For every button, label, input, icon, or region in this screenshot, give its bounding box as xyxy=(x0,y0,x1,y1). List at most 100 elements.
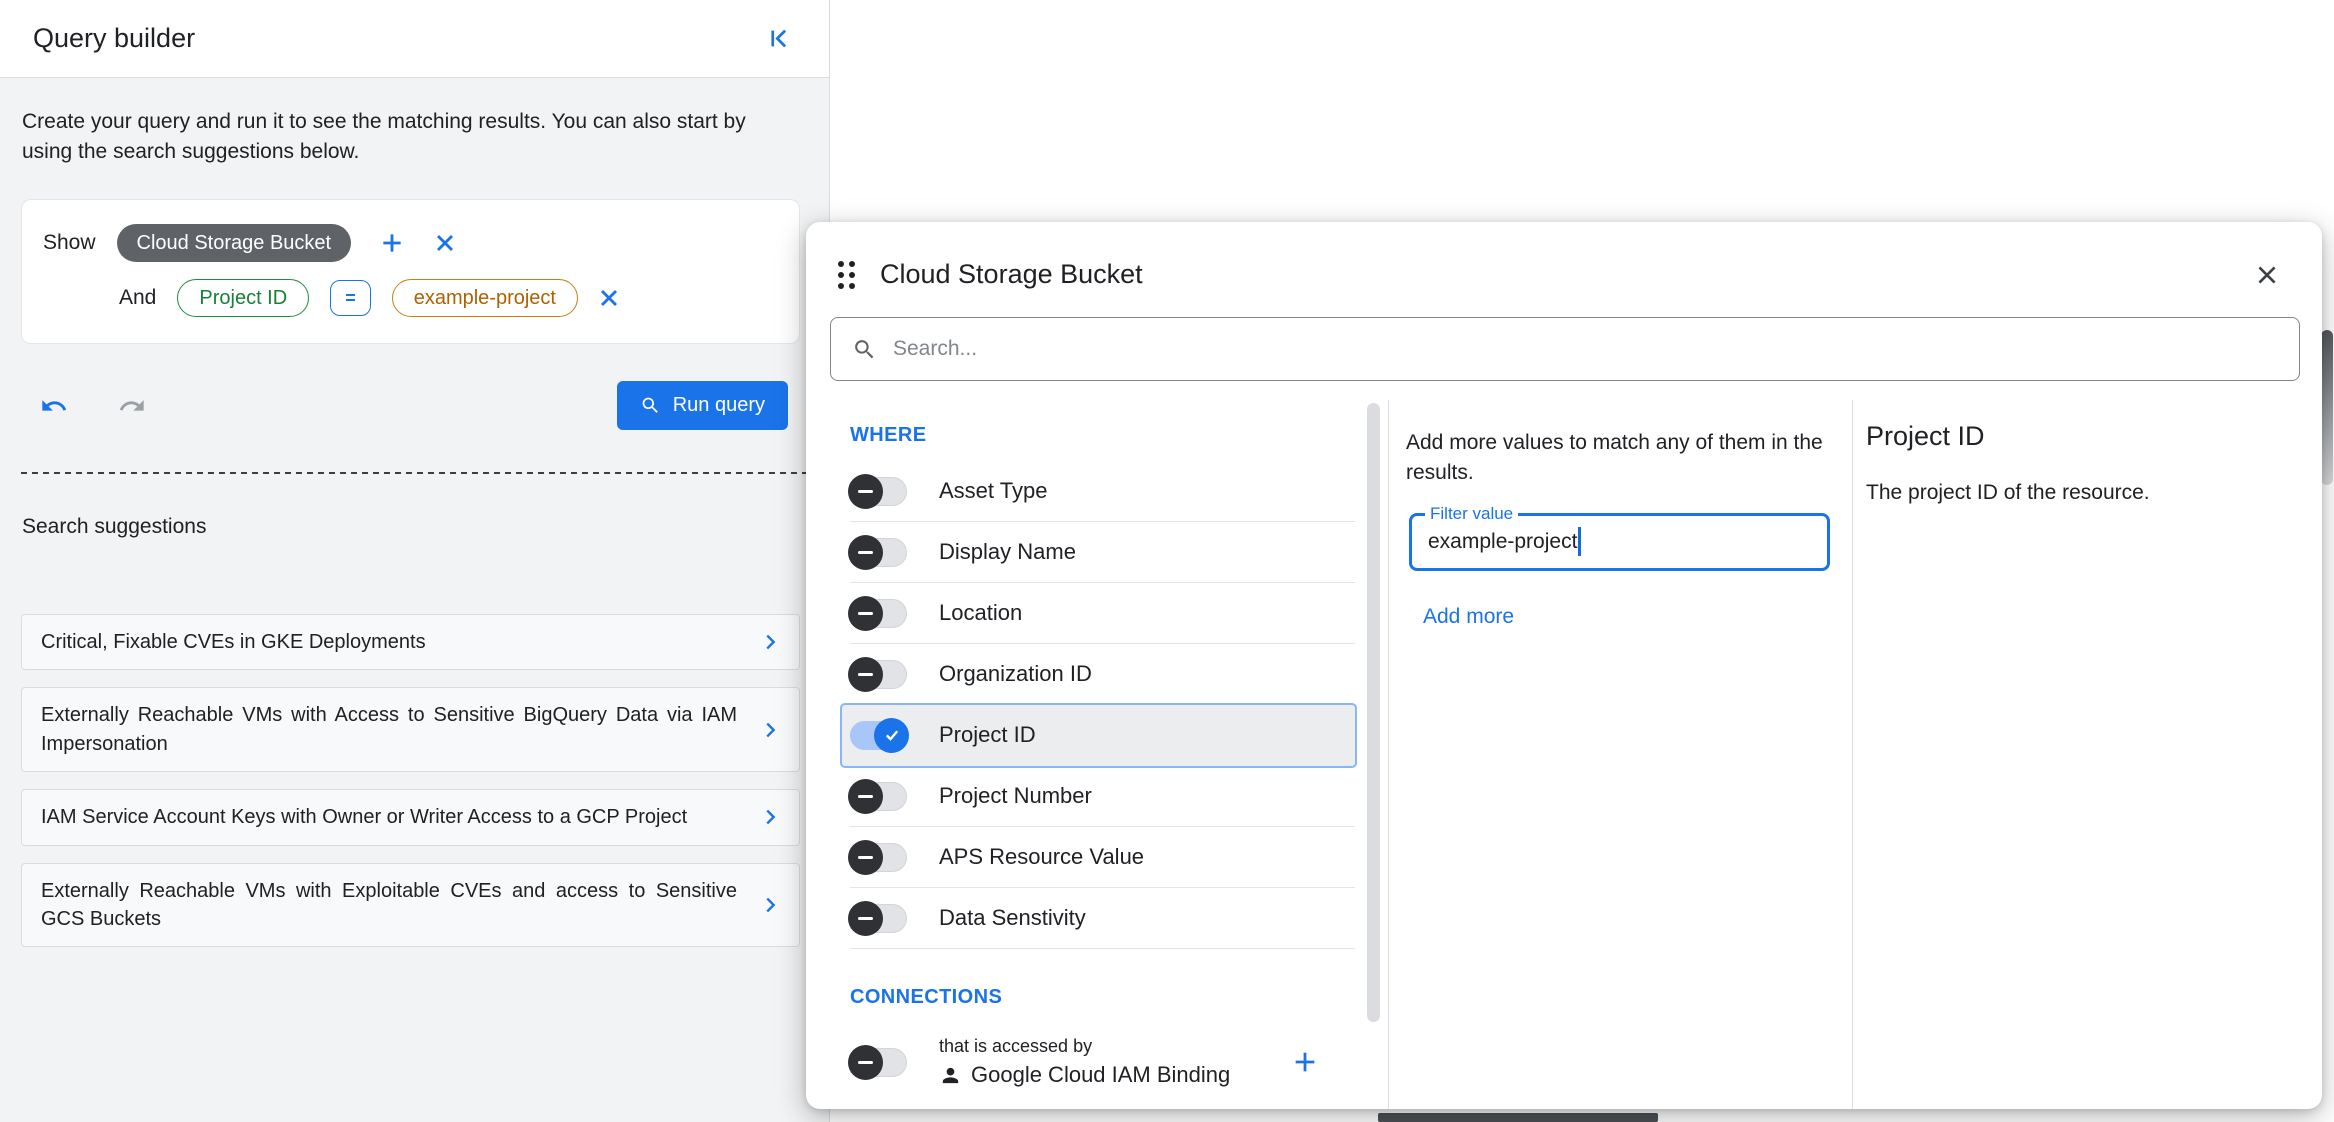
dialog-title: Cloud Storage Bucket xyxy=(880,259,2254,290)
plus-icon xyxy=(379,230,405,256)
toggle-thumb xyxy=(848,596,883,631)
filter-row[interactable]: Project ID xyxy=(842,705,1355,766)
remove-resource-button[interactable] xyxy=(433,231,457,255)
page-title: Query builder xyxy=(33,23,195,54)
page-horizontal-scrollbar[interactable] xyxy=(1378,1113,1658,1122)
query-builder-description: Create your query and run it to see the … xyxy=(22,107,794,167)
show-label: Show xyxy=(43,231,96,255)
connections-section-label: CONNECTIONS xyxy=(850,986,1388,1009)
add-connection-button[interactable] xyxy=(1291,1048,1319,1076)
filter-row[interactable]: Location xyxy=(850,583,1355,644)
filter-row[interactable]: Asset Type xyxy=(850,461,1355,522)
resource-chip[interactable]: Cloud Storage Bucket xyxy=(117,224,352,262)
filter-value-field[interactable]: Filter value example-project xyxy=(1409,513,1830,571)
filter-value-text: example-project xyxy=(1428,530,1577,554)
query-chip-card: Show Cloud Storage Bucket And Project xyxy=(21,199,800,344)
undo-icon xyxy=(40,392,68,420)
toggle-thumb xyxy=(848,779,883,814)
connection-name: Google Cloud IAM Binding xyxy=(971,1062,1230,1088)
dashed-divider xyxy=(21,472,808,474)
close-icon xyxy=(2254,262,2280,288)
filter-value-label: Filter value xyxy=(1425,504,1518,524)
connection-prefix: that is accessed by xyxy=(939,1036,1259,1057)
filter-row[interactable]: APS Resource Value xyxy=(850,827,1355,888)
condition-operator-chip[interactable]: = xyxy=(330,280,371,316)
filter-toggle[interactable] xyxy=(850,660,907,689)
show-row: Show Cloud Storage Bucket xyxy=(43,224,779,262)
search-suggestion-item[interactable]: Externally Reachable VMs with Access to … xyxy=(21,687,800,772)
redo-button[interactable] xyxy=(118,392,146,420)
chevron-right-icon xyxy=(759,631,781,653)
connection-toggle[interactable] xyxy=(850,1048,907,1077)
info-column: Project ID The project ID of the resourc… xyxy=(1852,400,2322,1109)
add-more-button[interactable]: Add more xyxy=(1423,605,1514,629)
where-section-label: WHERE xyxy=(850,424,1388,447)
filter-row[interactable]: Project Number xyxy=(850,766,1355,827)
toggle-thumb xyxy=(848,657,883,692)
filter-toggle[interactable] xyxy=(850,782,907,811)
dialog-body: WHERE Asset Type xyxy=(806,400,2322,1109)
drag-handle-icon[interactable] xyxy=(838,261,855,289)
filter-toggle[interactable] xyxy=(850,538,907,567)
add-resource-button[interactable] xyxy=(379,230,405,256)
filter-label: Display Name xyxy=(939,539,1076,565)
condition-row: And Project ID = example-project xyxy=(43,279,779,317)
page-vertical-scrollbar[interactable] xyxy=(2321,330,2333,485)
dialog-header: Cloud Storage Bucket xyxy=(806,222,2322,290)
values-instruction: Add more values to match any of them in … xyxy=(1406,428,1826,489)
collapse-panel-icon xyxy=(766,25,793,52)
search-icon xyxy=(852,337,877,362)
dialog-close-button[interactable] xyxy=(2254,262,2280,288)
toggle-thumb xyxy=(874,718,909,753)
filter-toggle[interactable] xyxy=(850,904,907,933)
filter-label: Project Number xyxy=(939,783,1092,809)
query-actions-row: Run query xyxy=(40,381,788,430)
dialog-search-input[interactable] xyxy=(893,337,2278,361)
values-column: Add more values to match any of them in … xyxy=(1389,400,1852,1109)
remove-condition-button[interactable] xyxy=(597,286,621,310)
condition-value-chip[interactable]: example-project xyxy=(392,279,578,317)
run-query-button[interactable]: Run query xyxy=(617,381,788,430)
plus-icon xyxy=(1291,1048,1319,1076)
filter-row[interactable]: Data Senstivity xyxy=(850,888,1355,949)
toggle-thumb xyxy=(848,901,883,936)
search-suggestion-item[interactable]: Externally Reachable VMs with Exploitabl… xyxy=(21,863,800,948)
condition-field-chip[interactable]: Project ID xyxy=(177,279,309,317)
filters-scrollbar[interactable] xyxy=(1367,403,1380,1022)
search-suggestions-list: Critical, Fixable CVEs in GKE Deployment… xyxy=(21,614,800,947)
query-builder-panel: Query builder Create your query and run … xyxy=(0,0,830,1122)
filter-toggle[interactable] xyxy=(850,843,907,872)
filter-label: Organization ID xyxy=(939,661,1092,687)
filters-column: WHERE Asset Type xyxy=(806,400,1389,1109)
dialog-search-box xyxy=(830,317,2300,381)
connection-text: that is accessed by Google Cloud IAM Bin… xyxy=(939,1036,1259,1088)
chevron-right-icon xyxy=(759,806,781,828)
search-suggestions-title: Search suggestions xyxy=(22,515,829,539)
redo-icon xyxy=(118,392,146,420)
filter-label: Asset Type xyxy=(939,478,1047,504)
collapse-panel-button[interactable] xyxy=(766,25,793,52)
connection-row[interactable]: that is accessed by Google Cloud IAM Bin… xyxy=(850,1036,1355,1088)
filter-row[interactable]: Display Name xyxy=(850,522,1355,583)
filter-row[interactable]: Organization ID xyxy=(850,644,1355,705)
filter-label: Data Senstivity xyxy=(939,905,1086,931)
resource-filter-dialog: Cloud Storage Bucket WHERE xyxy=(806,222,2322,1109)
run-query-label: Run query xyxy=(673,394,765,417)
toggle-thumb xyxy=(848,535,883,570)
chevron-right-icon xyxy=(759,894,781,916)
toggle-thumb xyxy=(848,474,883,509)
search-suggestion-item[interactable]: IAM Service Account Keys with Owner or W… xyxy=(21,789,800,845)
filter-toggle[interactable] xyxy=(850,477,907,506)
close-icon xyxy=(597,286,621,310)
filter-list: Asset Type Display Name xyxy=(850,461,1355,949)
info-description: The project ID of the resource. xyxy=(1866,481,2292,505)
suggestion-label: Externally Reachable VMs with Exploitabl… xyxy=(41,877,759,934)
and-label: And xyxy=(119,286,156,310)
undo-button[interactable] xyxy=(40,392,68,420)
filter-toggle[interactable] xyxy=(850,721,907,750)
suggestion-label: Critical, Fixable CVEs in GKE Deployment… xyxy=(41,628,759,656)
filter-label: Project ID xyxy=(939,722,1036,748)
filter-toggle[interactable] xyxy=(850,599,907,628)
suggestion-label: Externally Reachable VMs with Access to … xyxy=(41,701,759,758)
search-suggestion-item[interactable]: Critical, Fixable CVEs in GKE Deployment… xyxy=(21,614,800,670)
